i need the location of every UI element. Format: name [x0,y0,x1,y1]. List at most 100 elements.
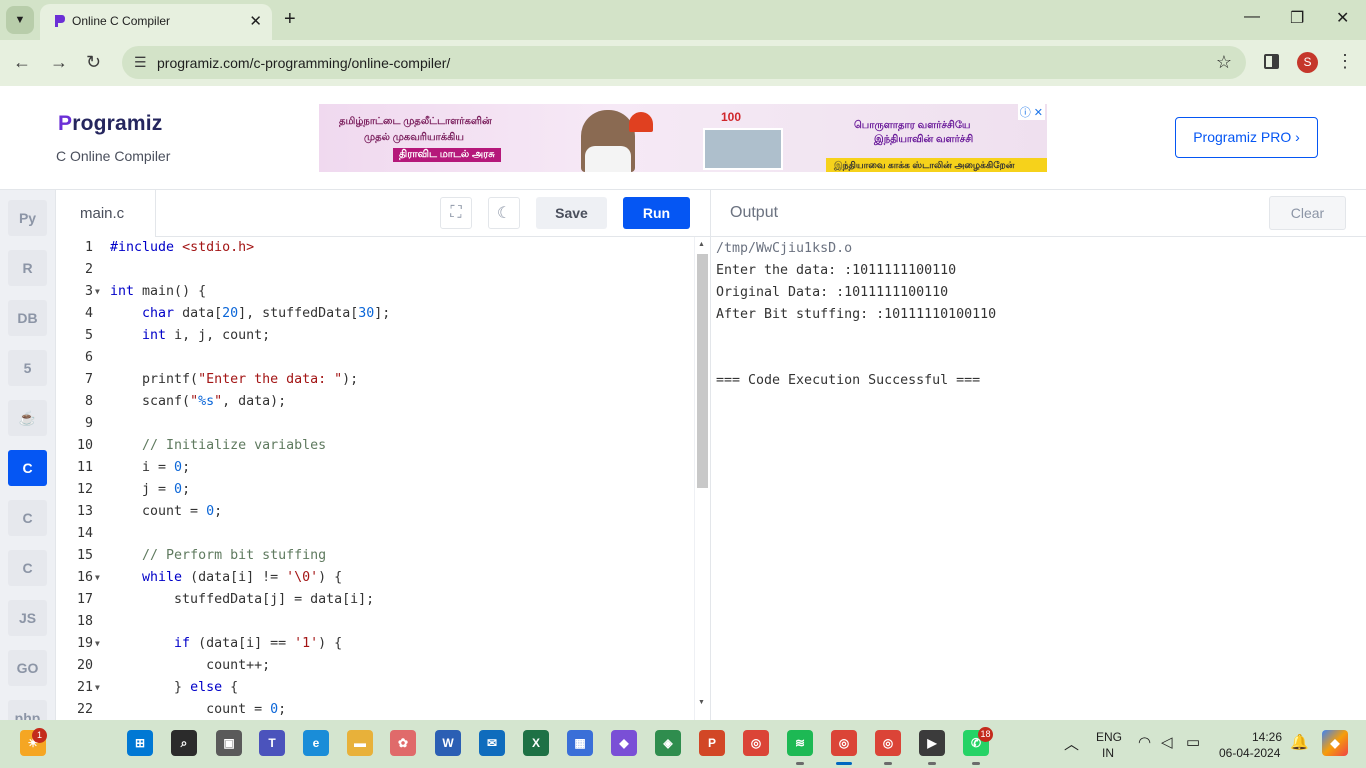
window-close-icon[interactable]: ✕ [1336,8,1349,28]
code-line[interactable]: 18 [56,611,694,633]
code-line[interactable]: 4 char data[20], stuffedData[30]; [56,303,694,325]
teams-icon[interactable]: T [259,730,285,756]
code-line[interactable]: 10 // Initialize variables [56,435,694,457]
code-line[interactable]: 1 #include <stdio.h> [56,237,694,259]
chrome-profile2-icon[interactable]: ◎ [875,730,901,756]
go-icon[interactable]: GO [8,650,47,686]
code-line[interactable]: 13 count = 0; [56,501,694,523]
code-line[interactable]: 16 ▼ while (data[i] != '\0') { [56,567,694,589]
edge-icon[interactable]: e [303,730,329,756]
copilot-icon[interactable]: ◆ [1322,730,1348,756]
browser-tab[interactable]: Online C Compiler ✕ [40,4,272,40]
code-line[interactable]: 11 i = 0; [56,457,694,479]
file-tab-main-c[interactable]: main.c [56,190,156,237]
show-hidden-icons-icon[interactable]: ︿ [1064,733,1079,754]
fold-arrow-icon[interactable]: ▼ [95,567,100,589]
r-icon[interactable]: R [8,250,47,286]
code-line[interactable]: 22 count = 0; [56,699,694,720]
chrome-profile-icon[interactable]: ◎ [831,730,857,756]
clock-time[interactable]: 14:26 [1252,730,1282,744]
code-line[interactable]: 19 ▼ if (data[i] == '1') { [56,633,694,655]
sql-icon[interactable]: DB [8,300,47,336]
back-arrow-icon[interactable]: ← [13,52,31,73]
html5-icon[interactable]: 5 [8,350,47,386]
advertisement-banner[interactable]: தமிழ்நாட்டை முதலீட்டாளர்களின் முதல் முகவ… [319,104,1047,172]
code-line[interactable]: 7 printf("Enter the data: "); [56,369,694,391]
mail-icon[interactable]: ✉ [479,730,505,756]
new-tab-button[interactable]: + [284,8,296,30]
site-settings-icon[interactable]: ☰ [134,54,147,71]
input-language-bottom[interactable]: IN [1102,746,1114,760]
clear-button[interactable]: Clear [1269,196,1346,230]
code-editor[interactable]: 1 #include <stdio.h> 2 3 ▼ int main() {4 char… [56,237,694,720]
javascript-icon[interactable]: JS [8,600,47,636]
cpp-icon[interactable]: C [8,500,47,536]
code-line[interactable]: 3 ▼ int main() { [56,281,694,303]
game-icon[interactable]: ◆ [611,730,637,756]
terminal-icon[interactable]: ▶ [919,730,945,756]
csharp-icon[interactable]: C [8,550,47,586]
editor-scrollbar[interactable]: ▲ ▼ [694,237,710,720]
php-icon[interactable]: php [8,700,47,720]
powerpoint-icon[interactable]: P [699,730,725,756]
output-console[interactable]: /tmp/WwCjiu1ksD.o Enter the data: :101111… [710,237,1366,720]
maps-icon[interactable]: ◈ [655,730,681,756]
minimize-icon[interactable]: — [1244,8,1260,26]
code-line[interactable]: 14 [56,523,694,545]
wifi-icon[interactable]: ◠ [1138,733,1151,751]
chrome-icon[interactable]: ◎ [743,730,769,756]
bookmark-star-icon[interactable]: ☆ [1216,52,1232,73]
code-line[interactable]: 6 [56,347,694,369]
volume-icon[interactable]: ◁ [1161,733,1173,751]
url-text[interactable]: programiz.com/c-programming/online-compi… [157,55,450,71]
word-icon[interactable]: W [435,730,461,756]
code-line[interactable]: 21 ▼ } else { [56,677,694,699]
task-view-icon[interactable]: ▣ [216,730,242,756]
scroll-down-icon[interactable]: ▼ [698,699,705,706]
programiz-logo[interactable]: Programiz [58,112,163,136]
code-line[interactable]: 5 int i, j, count; [56,325,694,347]
code-line[interactable]: 15 // Perform bit stuffing [56,545,694,567]
code-text: while (data[i] != '\0') { [142,570,343,585]
start-icon[interactable]: ⊞ [127,730,153,756]
search-icon[interactable]: ⌕ [171,730,197,756]
address-bar[interactable]: ☰ programiz.com/c-programming/online-com… [122,46,1246,79]
tab-search-button[interactable]: ▼ [6,6,34,34]
app-icon[interactable]: ✿ [390,730,416,756]
store-icon[interactable]: ▦ [567,730,593,756]
scroll-thumb[interactable] [697,254,708,488]
profile-avatar[interactable]: S [1297,52,1318,73]
input-language-top[interactable]: ENG [1096,730,1122,744]
python-icon[interactable]: Py [8,200,47,236]
file-explorer-icon[interactable]: ▬ [347,730,373,756]
code-line[interactable]: 12 j = 0; [56,479,694,501]
run-button[interactable]: Run [623,197,690,229]
fold-arrow-icon[interactable]: ▼ [95,677,100,699]
battery-icon[interactable]: ▭ [1186,733,1200,751]
fold-arrow-icon[interactable]: ▼ [95,633,100,655]
code-line[interactable]: 2 [56,259,694,281]
code-line[interactable]: 9 [56,413,694,435]
ad-choices-icon[interactable]: ⓘ ✕ [1017,104,1045,120]
spotify-icon[interactable]: ≋ [787,730,813,756]
code-line[interactable]: 17 stuffedData[j] = data[i]; [56,589,694,611]
browser-menu-icon[interactable]: ⋮ [1336,51,1354,72]
clock-date[interactable]: 06-04-2024 [1219,746,1280,760]
reload-icon[interactable]: ↻ [86,52,101,73]
excel-icon[interactable]: X [523,730,549,756]
fold-arrow-icon[interactable]: ▼ [95,281,100,303]
notification-bell-icon[interactable]: 🔔 [1290,733,1309,751]
restore-icon[interactable]: ❐ [1290,8,1304,28]
side-panel-icon[interactable] [1264,54,1279,69]
java-icon[interactable]: ☕ [8,400,47,436]
scroll-up-icon[interactable]: ▲ [698,241,705,248]
forward-arrow-icon[interactable]: → [50,52,68,73]
tab-close-icon[interactable]: ✕ [249,12,262,30]
save-button[interactable]: Save [536,197,607,229]
code-line[interactable]: 20 count++; [56,655,694,677]
programiz-pro-button[interactable]: Programiz PRO › [1175,117,1318,158]
fullscreen-button[interactable]: ⛶ [440,197,472,229]
c-icon[interactable]: C [8,450,47,486]
dark-mode-button[interactable]: ☾ [488,197,520,229]
code-line[interactable]: 8 scanf("%s", data); [56,391,694,413]
